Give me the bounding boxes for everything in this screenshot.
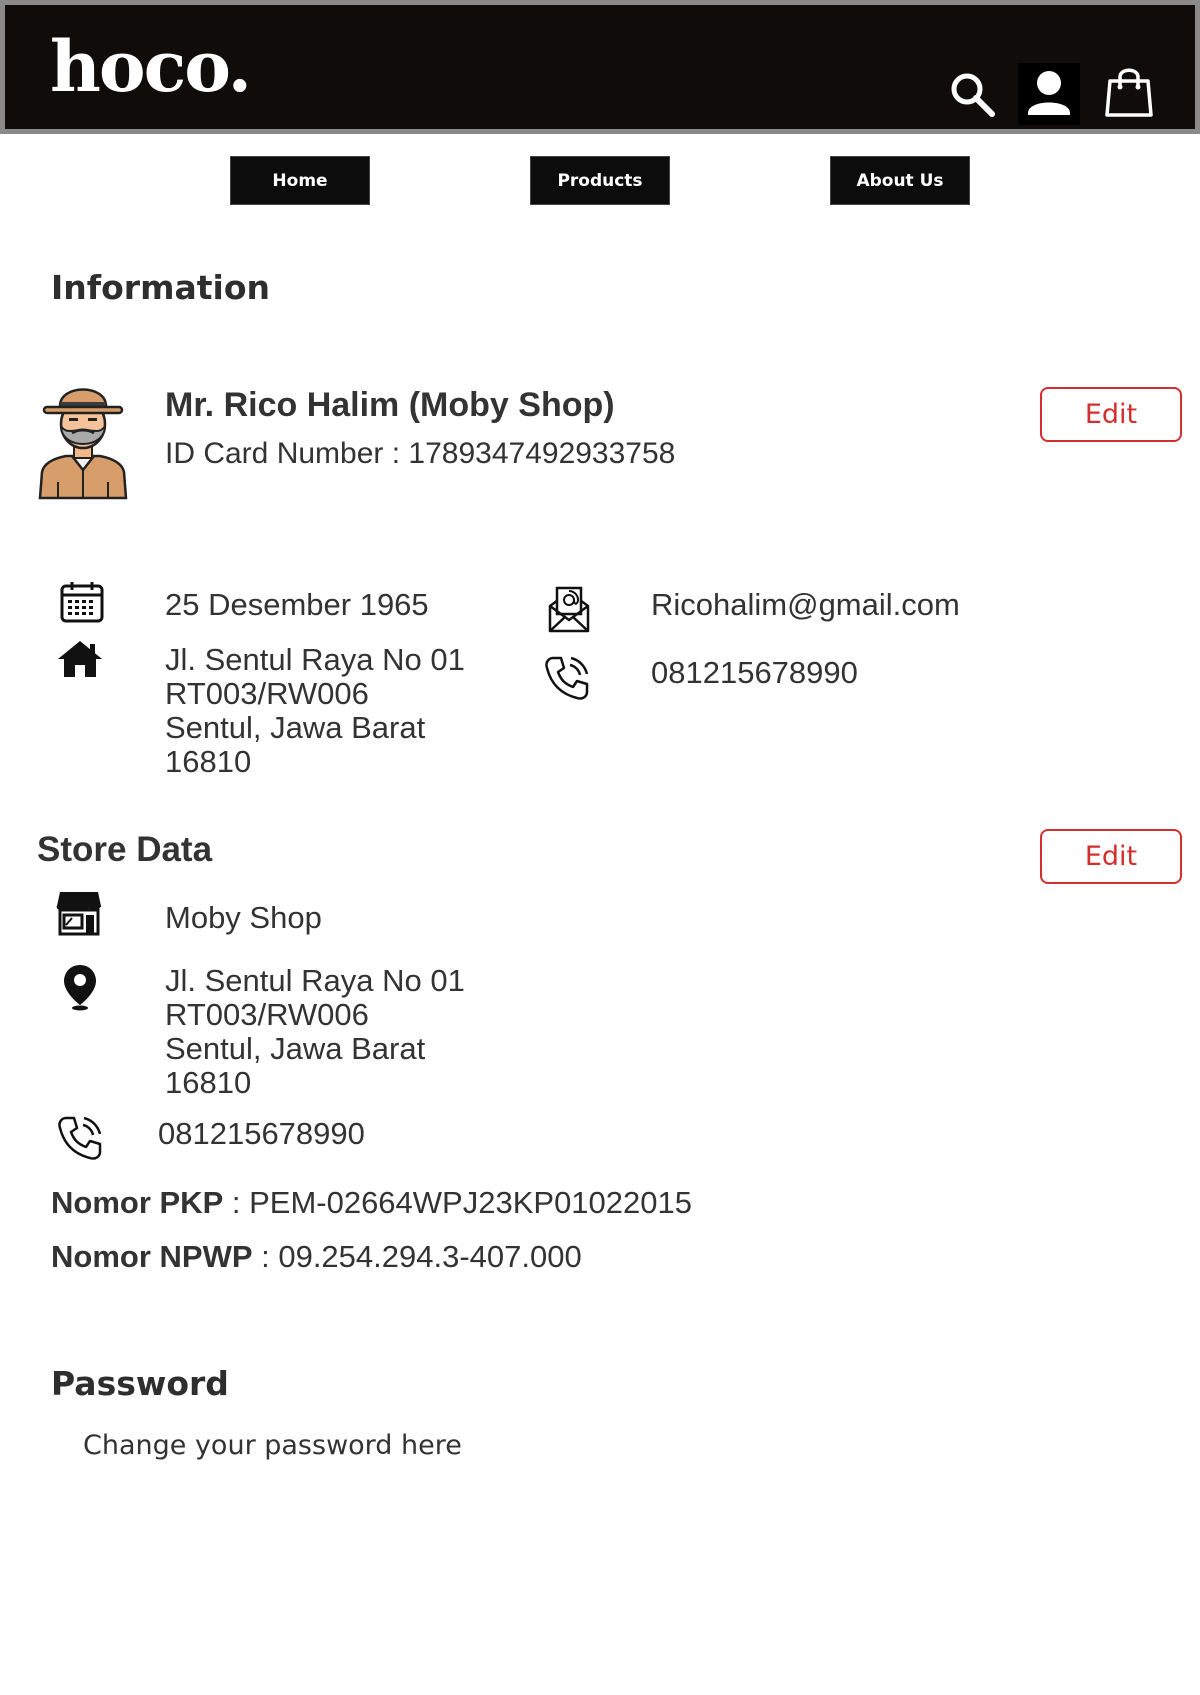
store-name: Moby Shop	[165, 900, 322, 935]
phone-number: 081215678990	[651, 655, 858, 690]
store-phone-number: 081215678990	[158, 1116, 365, 1151]
brand-logo[interactable]: hoco.	[50, 32, 252, 102]
address-line: 16810	[165, 744, 252, 779]
search-icon[interactable]	[948, 70, 996, 118]
home-icon	[58, 641, 102, 677]
nav-products[interactable]: Products	[530, 156, 670, 205]
edit-information-button[interactable]: Edit	[1040, 387, 1182, 442]
store-address-line: RT003/RW006	[165, 997, 369, 1032]
pkp-value: : PEM-02664WPJ23KP01022015	[223, 1185, 692, 1220]
user-icon	[1028, 71, 1070, 115]
address-line: RT003/RW006	[165, 676, 369, 711]
information-title: Information	[51, 268, 270, 307]
id-card-row: ID Card Number : 1789347492933758	[165, 437, 675, 471]
id-card-label: ID Card Number :	[165, 437, 409, 470]
change-password-link[interactable]: Change your password here	[83, 1430, 462, 1461]
nav-about-us[interactable]: About Us	[830, 156, 970, 205]
email-icon	[548, 586, 590, 633]
email-address: Ricohalim@gmail.com	[651, 587, 960, 622]
address-block: Jl. Sentul Raya No 01 RT003/RW006 Sentul…	[165, 643, 465, 779]
shopping-bag-icon[interactable]	[1104, 65, 1154, 119]
phone-icon	[545, 656, 589, 700]
user-name: Mr. Rico Halim (Moby Shop)	[165, 386, 615, 424]
address-line: Jl. Sentul Raya No 01	[165, 642, 465, 677]
npwp-label: Nomor NPWP	[51, 1239, 253, 1274]
avatar	[38, 388, 128, 500]
password-title: Password	[51, 1364, 229, 1403]
store-address-line: Sentul, Jawa Barat	[165, 1031, 426, 1066]
npwp-value: : 09.254.294.3-407.000	[252, 1239, 582, 1274]
calendar-icon	[60, 582, 104, 623]
location-pin-icon	[64, 965, 96, 1011]
account-button[interactable]	[1018, 63, 1080, 125]
birth-date: 25 Desember 1965	[165, 587, 429, 622]
pkp-row: Nomor PKP : PEM-02664WPJ23KP01022015	[51, 1186, 692, 1220]
store-icon	[56, 892, 102, 936]
store-address-line: 16810	[165, 1065, 252, 1100]
pkp-label: Nomor PKP	[51, 1185, 224, 1220]
store-data-title: Store Data	[37, 830, 213, 869]
store-phone-icon	[58, 1116, 102, 1160]
id-card-value: 1789347492933758	[408, 437, 676, 470]
npwp-row: Nomor NPWP : 09.254.294.3-407.000	[51, 1240, 582, 1274]
edit-store-button[interactable]: Edit	[1040, 829, 1182, 884]
nav-home[interactable]: Home	[230, 156, 370, 205]
store-address-block: Jl. Sentul Raya No 01 RT003/RW006 Sentul…	[165, 964, 465, 1100]
store-address-line: Jl. Sentul Raya No 01	[165, 963, 465, 998]
address-line: Sentul, Jawa Barat	[165, 710, 426, 745]
